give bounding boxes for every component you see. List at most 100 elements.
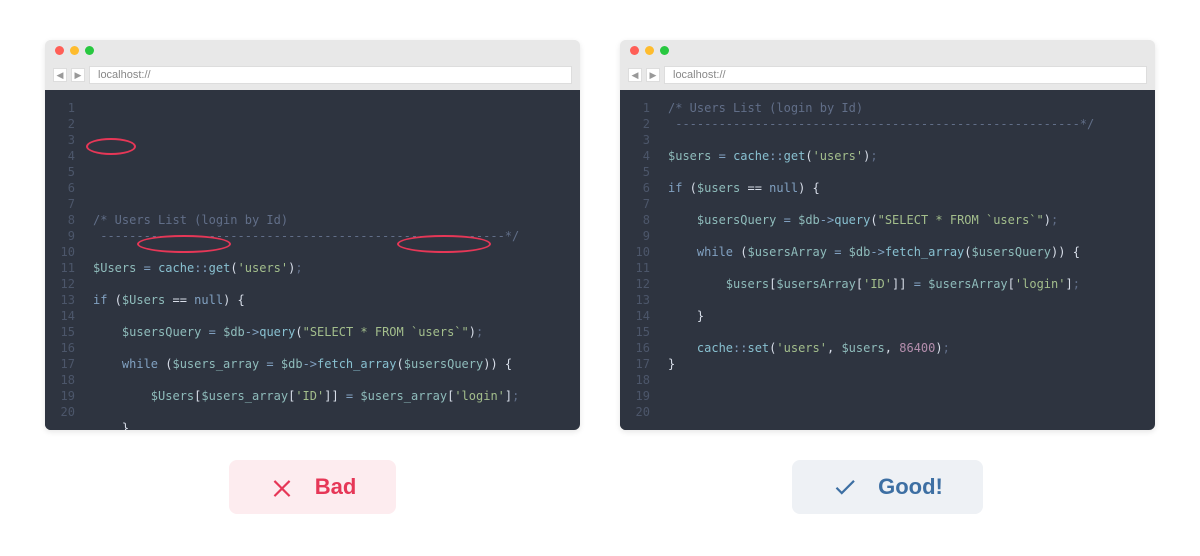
line-gutter: 1234567891011121314151617181920: [45, 90, 83, 430]
minimize-dot-icon: [70, 46, 79, 55]
line-number: 7: [45, 196, 75, 212]
code-line: }: [668, 356, 1145, 372]
line-number: 15: [45, 324, 75, 340]
code-editor-bad: 1234567891011121314151617181920 /* Users…: [45, 90, 580, 430]
code-line: [668, 132, 1145, 148]
code-line: ----------------------------------------…: [668, 116, 1145, 132]
code-line: $usersQuery = $db->query("SELECT * FROM …: [93, 324, 570, 340]
back-button[interactable]: ◀: [53, 68, 67, 82]
close-dot-icon: [630, 46, 639, 55]
nav-row: ◀ ▶ localhost://: [45, 60, 580, 90]
code-line: $usersQuery = $db->query("SELECT * FROM …: [668, 212, 1145, 228]
line-number: 13: [620, 292, 650, 308]
zoom-dot-icon: [85, 46, 94, 55]
line-number: 3: [620, 132, 650, 148]
line-number: 17: [45, 356, 75, 372]
line-number: 5: [620, 164, 650, 180]
line-number: 17: [620, 356, 650, 372]
line-number: 15: [620, 324, 650, 340]
zoom-dot-icon: [660, 46, 669, 55]
browser-window-bad: ◀ ▶ localhost:// 12345678910111213141516…: [45, 40, 580, 430]
code-line: [93, 372, 570, 388]
line-number: 18: [620, 372, 650, 388]
code-line: $Users = cache::get('users');: [93, 260, 570, 276]
code-line: [93, 340, 570, 356]
line-number: 16: [45, 340, 75, 356]
good-column: ◀ ▶ localhost:// 12345678910111213141516…: [620, 40, 1155, 516]
line-number: 8: [45, 212, 75, 228]
code-line: if ($Users == null) {: [93, 292, 570, 308]
code-line: [668, 324, 1145, 340]
line-number: 11: [620, 260, 650, 276]
code-line: $users = cache::get('users');: [668, 148, 1145, 164]
code-line: [668, 372, 1145, 388]
code-line: [93, 404, 570, 420]
code-line: [93, 244, 570, 260]
line-number: 13: [45, 292, 75, 308]
forward-button[interactable]: ▶: [71, 68, 85, 82]
line-number: 1: [620, 100, 650, 116]
line-number: 20: [620, 404, 650, 420]
code-line: [668, 292, 1145, 308]
code-line: [668, 228, 1145, 244]
window-chrome: [620, 40, 1155, 60]
code-line: }: [668, 308, 1145, 324]
line-number: 14: [620, 308, 650, 324]
code-line: [668, 164, 1145, 180]
good-label: Good!: [878, 474, 943, 500]
code-line: /* Users List (login by Id): [668, 100, 1145, 116]
code-line: [668, 260, 1145, 276]
line-number: 11: [45, 260, 75, 276]
annotation-circle-icon: [86, 138, 136, 155]
code-line: [668, 404, 1145, 420]
line-number: 6: [45, 180, 75, 196]
code-line: $users[$usersArray['ID']] = $usersArray[…: [668, 276, 1145, 292]
code-line: /* Users List (login by Id): [93, 212, 570, 228]
line-number: 1: [45, 100, 75, 116]
line-number: 2: [620, 116, 650, 132]
code-line: }: [93, 420, 570, 430]
line-number: 9: [45, 228, 75, 244]
line-number: 20: [45, 404, 75, 420]
line-number: 19: [45, 388, 75, 404]
line-number: 6: [620, 180, 650, 196]
bad-label: Bad: [315, 474, 357, 500]
line-number: 8: [620, 212, 650, 228]
bad-column: ◀ ▶ localhost:// 12345678910111213141516…: [45, 40, 580, 516]
code-line: $Users[$users_array['ID']] = $users_arra…: [93, 388, 570, 404]
line-number: 7: [620, 196, 650, 212]
code-editor-good: 1234567891011121314151617181920 /* Users…: [620, 90, 1155, 430]
good-badge: Good!: [792, 460, 983, 514]
code-area-good: /* Users List (login by Id) ------------…: [658, 90, 1155, 430]
line-number: 14: [45, 308, 75, 324]
forward-button[interactable]: ▶: [646, 68, 660, 82]
line-gutter: 1234567891011121314151617181920: [620, 90, 658, 430]
close-dot-icon: [55, 46, 64, 55]
line-number: 3: [45, 132, 75, 148]
code-line: if ($users == null) {: [668, 180, 1145, 196]
back-button[interactable]: ◀: [628, 68, 642, 82]
line-number: 16: [620, 340, 650, 356]
nav-row: ◀ ▶ localhost://: [620, 60, 1155, 90]
minimize-dot-icon: [645, 46, 654, 55]
code-line: cache::set('users', $users, 86400);: [668, 340, 1145, 356]
line-number: 12: [45, 276, 75, 292]
line-number: 18: [45, 372, 75, 388]
code-line: while ($usersArray = $db->fetch_array($u…: [668, 244, 1145, 260]
line-number: 2: [45, 116, 75, 132]
code-line: [668, 388, 1145, 404]
url-bar[interactable]: localhost://: [664, 66, 1147, 84]
code-area-bad: /* Users List (login by Id) ------------…: [83, 90, 580, 430]
bad-badge: Bad: [229, 460, 397, 514]
browser-window-good: ◀ ▶ localhost:// 12345678910111213141516…: [620, 40, 1155, 430]
line-number: 4: [45, 148, 75, 164]
line-number: 10: [45, 244, 75, 260]
code-line: [93, 308, 570, 324]
line-number: 10: [620, 244, 650, 260]
line-number: 12: [620, 276, 650, 292]
line-number: 19: [620, 388, 650, 404]
line-number: 5: [45, 164, 75, 180]
url-bar[interactable]: localhost://: [89, 66, 572, 84]
cross-icon: [269, 474, 295, 500]
window-chrome: [45, 40, 580, 60]
